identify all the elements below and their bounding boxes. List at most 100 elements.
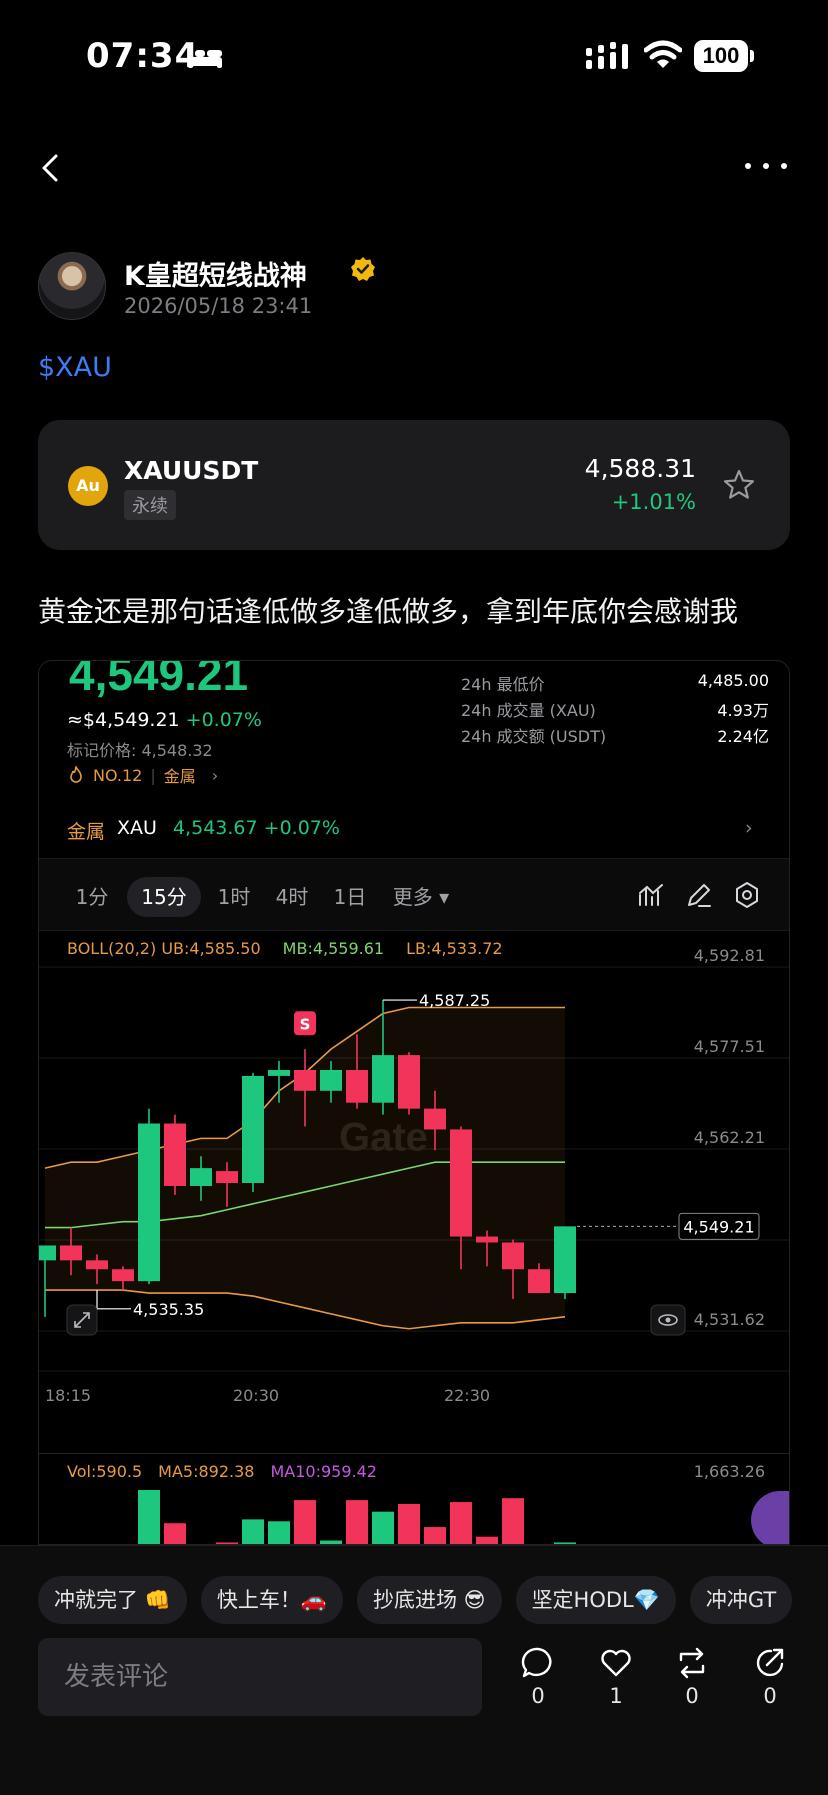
stat-row: 24h 最低价 4,485.00: [461, 671, 769, 697]
candle-body: [138, 1123, 160, 1282]
timeframe-1h: 1时: [217, 885, 251, 909]
approx-price: ≈$4,549.21: [67, 709, 180, 731]
fire-icon: [70, 766, 82, 783]
candle-body: [112, 1269, 134, 1282]
indicator-icon: [639, 884, 663, 906]
stat-label: 24h 成交额 (USDT): [461, 727, 607, 746]
stat-row: 24h 成交量 (XAU) 4.93万: [461, 697, 769, 723]
signal-marker-label: S: [300, 1015, 311, 1033]
stat-value: 4,485.00: [697, 671, 769, 690]
volume-bar: [164, 1523, 186, 1544]
avatar[interactable]: [38, 252, 106, 320]
quick-reactions: 冲就完了 👊 快上车！🚗 抄底进场 😎 坚定HODL💎 冲冲GT: [38, 1576, 793, 1624]
reaction-chip[interactable]: 冲就完了 👊: [38, 1576, 187, 1624]
candlestick-chart: BOLL(20,2) UB:4,585.50 MB:4,559.61 LB:4,…: [39, 931, 789, 1421]
post-timestamp: 2026/05/18 23:41: [124, 294, 313, 318]
post-body: 黄金还是那句话逢低做多逢低做多，拿到年底你会感谢我: [38, 595, 739, 628]
more-options-icon[interactable]: [744, 156, 788, 176]
gold-coin-icon: Au: [68, 466, 108, 506]
chart-screenshot: 4,549.21 ≈$4,549.21 +0.07% 标记价格: 4,548.3…: [38, 660, 790, 1545]
share-button[interactable]: 0: [742, 1646, 798, 1708]
metal-label: 金属: [67, 821, 106, 843]
volume-bar: [138, 1490, 160, 1544]
x-tick-label: 22:30: [444, 1386, 490, 1405]
chevron-right-icon: ›: [745, 817, 753, 839]
x-tick-label: 20:30: [233, 1386, 279, 1405]
volume-bar: [476, 1536, 498, 1544]
stat-label: 24h 最低价: [461, 675, 545, 694]
comment-count: 0: [531, 1684, 545, 1708]
volume-bar: [502, 1498, 524, 1544]
repost-count: 0: [685, 1684, 699, 1708]
candle-body: [39, 1245, 56, 1261]
volume-chart: Vol:590.5 MA5:892.38 MA10:959.42 1,663.2…: [39, 1453, 789, 1544]
approx-change: +0.07%: [185, 709, 262, 731]
x-tick-label: 18:15: [45, 1386, 91, 1405]
candle-body: [398, 1055, 420, 1109]
candle-body: [554, 1226, 576, 1294]
volume-plot: [138, 1490, 576, 1544]
candle-body: [346, 1069, 368, 1103]
high-price-label: 4,587.25: [419, 991, 490, 1010]
stat-label: 24h 成交量 (XAU): [461, 701, 596, 720]
stat-value: 4.93万: [717, 701, 769, 720]
repost-icon: [679, 1647, 705, 1679]
rank-row: NO.12 | 金属 ›: [67, 763, 218, 787]
rank-label: NO.12: [93, 765, 143, 785]
volume-bar: [294, 1500, 316, 1544]
contract-type-badge: 永续: [124, 490, 176, 520]
metal-symbol: XAU: [117, 817, 157, 839]
candle-body: [424, 1108, 446, 1130]
ticker-price: 4,588.31: [584, 454, 696, 483]
stats-panel: 24h 最低价 4,485.00 24h 成交量 (XAU) 4.93万 24h…: [461, 671, 769, 749]
watermark: Gate: [339, 1115, 428, 1159]
comment-input[interactable]: [38, 1638, 482, 1716]
ticker-card[interactable]: Au XAUUSDT 永续 4,588.31 +1.01%: [38, 420, 790, 550]
author-name[interactable]: K皇超短线战神: [124, 254, 307, 293]
comment-panel: 冲就完了 👊 快上车！🚗 抄底进场 😎 坚定HODL💎 冲冲GT 0 1 0 0: [0, 1545, 828, 1795]
volume-bar: [450, 1502, 472, 1544]
repost-button[interactable]: 0: [664, 1646, 720, 1708]
chart-settings-icon: [736, 882, 758, 908]
volume-bar: [424, 1527, 446, 1544]
status-time: 07:34: [86, 36, 200, 76]
timeframe-15m: 15分: [127, 877, 201, 917]
verified-badge-icon: [351, 257, 375, 281]
stat-row: 24h 成交额 (USDT) 2.24亿: [461, 723, 769, 749]
like-count: 1: [609, 1684, 623, 1708]
battery-indicator: 100: [694, 40, 754, 72]
mark-price: 标记价格: 4,548.32: [67, 741, 213, 760]
timeframe-1m: 1分: [75, 885, 109, 909]
post-author[interactable]: K皇超短线战神 2026/05/18 23:41: [38, 252, 738, 322]
ticker-tag-link[interactable]: $XAU: [38, 352, 112, 383]
current-price-label: 4,549.21: [683, 1217, 754, 1236]
timeframe-1d: 1日: [333, 885, 367, 909]
comment-button[interactable]: 0: [510, 1646, 566, 1708]
heart-icon: [601, 1649, 631, 1677]
cellular-signal-icon: [586, 42, 628, 69]
reaction-chip[interactable]: 冲冲GT: [689, 1576, 793, 1624]
ticker-change: +1.01%: [611, 490, 696, 514]
like-button[interactable]: 1: [588, 1646, 644, 1708]
reaction-chip[interactable]: 坚定HODL💎: [515, 1576, 676, 1624]
volume-bar: [268, 1521, 290, 1544]
low-price-label: 4,535.35: [133, 1300, 204, 1319]
candle-body: [476, 1236, 498, 1243]
metal-index-row: 金属 XAU 4,543.67 +0.07% ›: [39, 801, 789, 859]
reaction-chip[interactable]: 抄底进场 😎: [356, 1576, 502, 1624]
rank-separator: |: [150, 765, 156, 785]
back-chevron-icon[interactable]: [36, 148, 66, 188]
share-icon: [756, 1648, 784, 1677]
favorite-star-icon[interactable]: [722, 468, 756, 502]
candle-body: [60, 1245, 82, 1261]
status-bar: 07:34 100: [0, 0, 828, 110]
reaction-chip[interactable]: 快上车！🚗: [200, 1576, 343, 1624]
drawing-pen-icon: [688, 884, 711, 907]
timeframe-4h: 4时: [275, 885, 309, 909]
candle-body: [294, 1069, 316, 1091]
candle-body: [242, 1075, 264, 1183]
metal-price-change: 4,543.67 +0.07%: [173, 817, 340, 839]
volume-bar: [398, 1503, 420, 1544]
sleep-focus-icon: [188, 48, 222, 68]
timeframe-bar: 1分 15分 1时 4时 1日 更多 ▾: [39, 859, 789, 931]
